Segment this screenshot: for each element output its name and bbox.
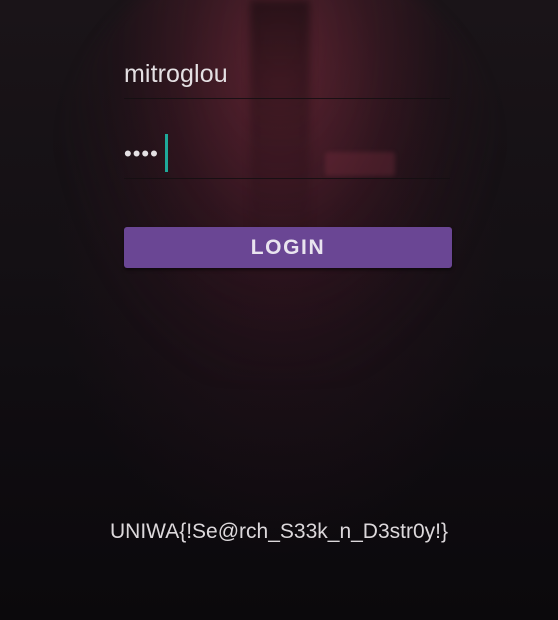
- username-field[interactable]: mitroglou: [124, 56, 450, 99]
- login-button-label: LOGIN: [250, 235, 326, 259]
- username-value: mitroglou: [124, 60, 228, 88]
- flag-text: UNIWA{!Se@rch_S33k_n_D3str0y!}: [109, 520, 449, 543]
- background-shadow: [250, 0, 310, 260]
- login-button[interactable]: LOGIN: [124, 227, 452, 268]
- password-value: ••••: [124, 141, 159, 166]
- text-cursor: [165, 134, 168, 172]
- password-field[interactable]: ••••: [124, 132, 450, 179]
